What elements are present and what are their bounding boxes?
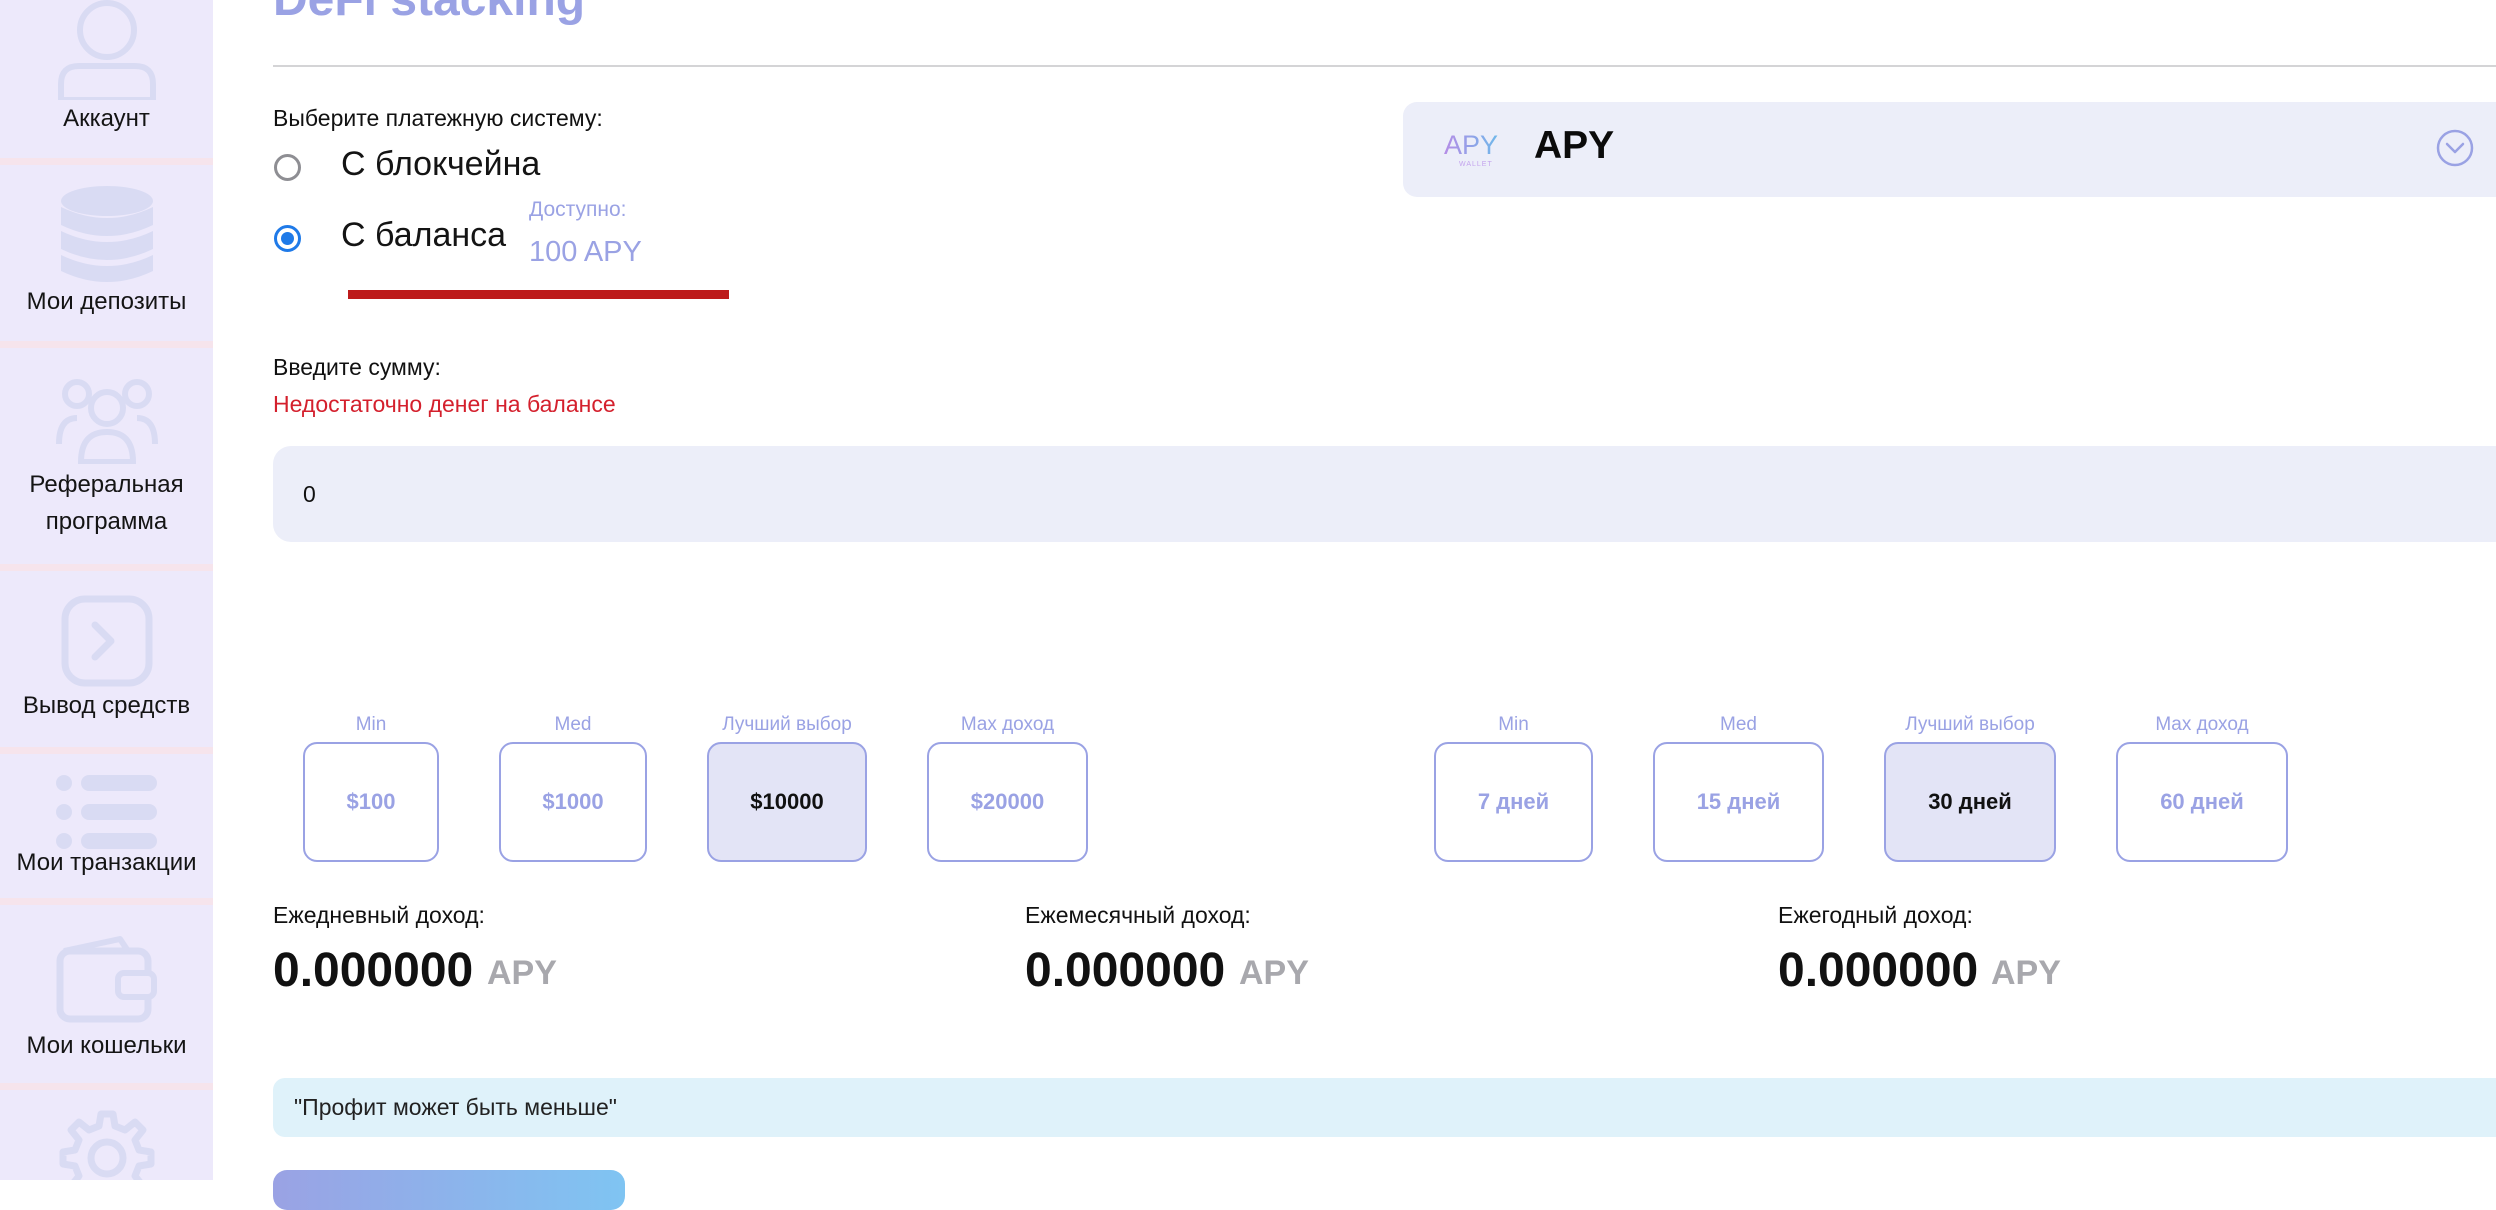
sidebar-item-deposits[interactable]: Мои депозиты <box>0 165 213 341</box>
income-label: Ежегодный доход: <box>1778 902 1973 928</box>
logo-text: APY <box>1444 130 1498 160</box>
amount-label: Введите сумму: <box>273 354 441 380</box>
amount-error-message: Недостаточно денег на балансе <box>273 391 616 417</box>
logo-subtext: WALLET <box>1459 161 1493 168</box>
option-caption: Max доход <box>960 714 1055 735</box>
submit-button[interactable] <box>273 1170 625 1210</box>
sidebar-item-label: Мои депозиты <box>26 288 187 315</box>
list-icon <box>55 774 159 850</box>
sidebar-item-label: Аккаунт <box>63 105 150 132</box>
term-option-button[interactable]: 15 дней <box>1653 742 1824 862</box>
sidebar-item-settings[interactable] <box>0 1090 213 1180</box>
income-unit: APY <box>1991 954 2061 992</box>
sidebar-item-account[interactable]: Аккаунт <box>0 0 213 158</box>
highlight-underline <box>348 290 729 299</box>
amount-option-button[interactable]: $20000 <box>927 742 1088 862</box>
available-caption: Доступно: <box>529 198 627 221</box>
amount-option-button[interactable]: $10000 <box>707 742 867 862</box>
term-option-button[interactable]: 60 дней <box>2116 742 2288 862</box>
currency-name: APY <box>1534 124 1615 167</box>
divider <box>273 65 2496 67</box>
term-option-button[interactable]: 30 дней <box>1884 742 2056 862</box>
amount-option-button[interactable]: $100 <box>303 742 439 862</box>
income-value: 0.000000 <box>1025 944 1226 997</box>
sidebar-item-label: Мои кошельки <box>26 1032 187 1059</box>
users-group-icon <box>55 374 159 464</box>
income-label: Ежедневный доход: <box>273 902 485 928</box>
coins-stack-icon <box>57 183 157 291</box>
amount-input[interactable] <box>273 446 2496 542</box>
option-caption: Min <box>1498 714 1529 735</box>
option-caption: Med <box>554 714 592 735</box>
sidebar-item-label: Вывод средств <box>22 692 191 719</box>
available-balance: 100 APY <box>529 236 642 268</box>
gear-icon <box>57 1108 157 1180</box>
sidebar-item-referral[interactable]: Реферальная программа <box>0 348 213 564</box>
option-caption: Med <box>1720 714 1757 735</box>
radio-balance-label[interactable]: С баланса <box>341 216 506 255</box>
option-caption: Лучший выбор <box>1905 714 2035 735</box>
payment-system-label: Выберите платежную систему: <box>273 105 603 131</box>
income-value: 0.000000 <box>1778 944 1979 997</box>
page-title: DeFi stacking <box>273 0 585 28</box>
sidebar-item-label: Реферальная программа <box>29 471 184 535</box>
currency-select[interactable]: APY WALLET APY <box>1403 102 2496 197</box>
option-caption: Min <box>355 714 387 735</box>
chevron-down-icon[interactable] <box>2435 128 2475 173</box>
withdraw-arrow-icon <box>61 595 153 687</box>
term-option-button[interactable]: 7 дней <box>1434 742 1593 862</box>
radio-balance[interactable] <box>274 225 301 252</box>
user-icon <box>55 0 159 100</box>
income-label: Ежемесячный доход: <box>1025 902 1251 928</box>
sidebar-item-transactions[interactable]: Мои транзакции <box>0 754 213 898</box>
sidebar: Аккаунт Мои депозиты Реферальная програм <box>0 0 213 1180</box>
option-caption: Лучший выбор <box>722 714 852 735</box>
radio-blockchain-label[interactable]: С блокчейна <box>341 145 540 184</box>
wallet-icon <box>56 935 158 1023</box>
income-value: 0.000000 <box>273 944 474 997</box>
sidebar-item-wallets[interactable]: Мои кошельки <box>0 905 213 1083</box>
sidebar-item-withdraw[interactable]: Вывод средств <box>0 571 213 747</box>
option-caption: Max доход <box>2155 714 2249 735</box>
income-unit: APY <box>1239 954 1309 992</box>
profit-notice: "Профит может быть меньше" <box>273 1078 2496 1137</box>
amount-option-button[interactable]: $1000 <box>499 742 647 862</box>
income-unit: APY <box>487 954 557 992</box>
sidebar-item-label: Мои транзакции <box>16 849 197 876</box>
radio-blockchain[interactable] <box>274 154 301 181</box>
apy-logo: APY WALLET <box>1443 130 1507 175</box>
